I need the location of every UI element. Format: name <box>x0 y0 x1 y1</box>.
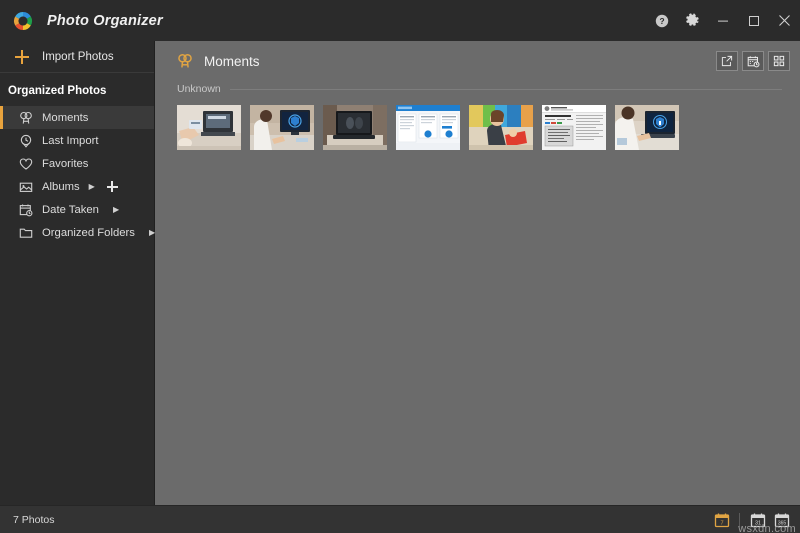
photo-thumbnail-2[interactable] <box>250 105 314 150</box>
clock-pin-icon <box>18 133 33 148</box>
moments-icon <box>18 110 33 125</box>
calendar-month-icon: 31 <box>750 512 766 528</box>
sidebar-item-label: Last Import <box>42 134 99 147</box>
chevron-right-icon[interactable]: ▶ <box>89 182 95 191</box>
grid-view-button[interactable] <box>768 51 790 71</box>
moments-icon <box>177 53 193 69</box>
photo-organizer-window: Photo Organizer ? Import Photos Organize… <box>0 0 800 533</box>
window-body: Import Photos Organized Photos Moments L… <box>0 41 800 505</box>
sidebar-item-label: Date Taken <box>42 203 99 216</box>
grid-view-icon <box>773 55 785 67</box>
help-circle-icon[interactable]: ? <box>647 0 677 41</box>
group-divider <box>229 88 782 90</box>
header-toolbar <box>716 51 790 71</box>
main-content: Moments Unknown <box>155 41 800 505</box>
heart-icon <box>18 156 33 171</box>
gear-icon[interactable] <box>677 0 707 41</box>
chevron-right-icon[interactable]: ▶ <box>149 228 155 237</box>
photo-organizer-logo-icon <box>12 10 34 32</box>
sidebar: Import Photos Organized Photos Moments L… <box>0 41 155 505</box>
sidebar-item-albums[interactable]: Albums ▶ <box>0 175 154 198</box>
photo-thumbnail-3[interactable] <box>323 105 387 150</box>
calendar-clock-icon <box>18 202 33 217</box>
external-link-icon <box>721 55 733 67</box>
day-view-button[interactable]: 365 <box>773 511 790 528</box>
open-external-button[interactable] <box>716 51 738 71</box>
photo-thumbnail-1[interactable] <box>177 105 241 150</box>
sidebar-item-favorites[interactable]: Favorites <box>0 152 154 175</box>
minimize-icon[interactable] <box>707 0 738 41</box>
calendar-day-icon: 365 <box>774 512 790 528</box>
sidebar-item-date-taken[interactable]: Date Taken ▶ <box>0 198 154 221</box>
svg-text:?: ? <box>659 16 664 26</box>
folder-icon <box>18 225 33 240</box>
sidebar-item-label: Organized Folders <box>42 226 135 239</box>
svg-text:365: 365 <box>777 520 786 526</box>
picture-icon <box>18 179 33 194</box>
photo-thumbnail-5[interactable] <box>469 105 533 150</box>
add-album-button[interactable] <box>106 181 118 192</box>
statusbar-divider <box>739 512 740 527</box>
sidebar-item-organized-folders[interactable]: Organized Folders ▶ <box>0 221 155 244</box>
view-mode-buttons: 7 31 365 <box>713 511 790 528</box>
svg-text:31: 31 <box>755 520 761 526</box>
calendar-year-icon: 7 <box>714 512 730 528</box>
date-filter-button[interactable] <box>742 51 764 71</box>
photo-thumbnail-7[interactable] <box>615 105 679 150</box>
sidebar-item-moments[interactable]: Moments <box>0 106 154 129</box>
import-photos-label: Import Photos <box>42 50 114 63</box>
sidebar-section-title: Organized Photos <box>8 85 107 97</box>
group-label: Unknown <box>177 83 221 95</box>
calendar-clock-icon <box>747 55 760 68</box>
import-photos-button[interactable]: Import Photos <box>0 41 154 73</box>
empty-canvas-area <box>155 150 800 505</box>
statusbar: 7 Photos 7 31 365 wsxdn.com <box>0 505 800 533</box>
close-icon[interactable] <box>769 0 800 41</box>
maximize-icon[interactable] <box>738 0 769 41</box>
plus-icon <box>15 49 29 64</box>
app-title: Photo Organizer <box>47 12 163 29</box>
sidebar-item-label: Favorites <box>42 157 89 170</box>
titlebar: Photo Organizer ? <box>0 0 800 41</box>
page-title: Moments <box>204 53 260 69</box>
sidebar-item-label: Moments <box>42 111 89 124</box>
sidebar-item-label: Albums <box>42 180 80 193</box>
photo-thumbnail-6[interactable] <box>542 105 606 150</box>
photo-grid <box>155 97 800 150</box>
photo-thumbnail-4[interactable] <box>396 105 460 150</box>
sidebar-item-last-import[interactable]: Last Import <box>0 129 154 152</box>
photo-count-label: 7 Photos <box>13 513 55 526</box>
year-view-button[interactable]: 7 <box>713 511 730 528</box>
main-header: Moments <box>155 41 800 81</box>
group-header: Unknown <box>155 81 800 97</box>
window-controls: ? <box>647 0 800 41</box>
chevron-right-icon[interactable]: ▶ <box>113 205 119 214</box>
svg-text:7: 7 <box>720 520 723 526</box>
month-view-button[interactable]: 31 <box>749 511 766 528</box>
